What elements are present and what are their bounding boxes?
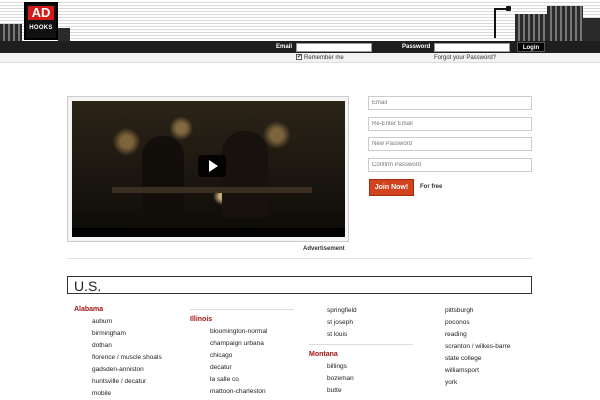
login-button[interactable]: Login	[517, 42, 545, 52]
city-link[interactable]: huntsville / decatur	[92, 376, 184, 388]
location-column-1: Alabama auburn birmingham dothan florenc…	[74, 304, 184, 400]
video-figure	[142, 136, 184, 216]
city-link[interactable]: williamsport	[445, 365, 535, 377]
signup-reemail-input[interactable]	[368, 117, 532, 131]
site-header: AD HOOKS Email Password Login ✔ Remember …	[0, 0, 600, 66]
city-list: bloomington-normal champaign urbana chic…	[190, 326, 294, 398]
video-frame	[67, 96, 349, 242]
state-heading-montana[interactable]: Montana	[309, 349, 413, 361]
column-separator	[309, 344, 413, 345]
remember-me[interactable]: ✔ Remember me	[296, 54, 344, 63]
city-link[interactable]: scranton / wilkes-barre	[445, 341, 535, 353]
city-link[interactable]: birmingham	[92, 328, 184, 340]
city-link[interactable]: butte	[327, 385, 413, 397]
play-icon[interactable]	[198, 155, 226, 177]
forgot-password-link[interactable]: Forgot your Password?	[434, 54, 496, 63]
city-link[interactable]: dothan	[92, 340, 184, 352]
building-graphic	[547, 6, 583, 42]
city-list: springfield st joseph st louis	[309, 305, 413, 341]
video-table	[112, 187, 312, 193]
streetlight-icon	[494, 6, 511, 38]
building-graphic	[58, 28, 70, 42]
building-graphic	[0, 24, 22, 42]
advertisement-label: Advertisement	[303, 246, 345, 252]
building-graphic	[583, 18, 600, 42]
city-link[interactable]: poconos	[445, 317, 535, 329]
city-link[interactable]: bozeman	[327, 373, 413, 385]
location-column-3: springfield st joseph st louis Montana b…	[309, 305, 413, 397]
city-link[interactable]: springfield	[327, 305, 413, 317]
video-figure	[222, 131, 268, 217]
city-link[interactable]: pittsburgh	[445, 305, 535, 317]
city-link[interactable]: auburn	[92, 316, 184, 328]
city-list: auburn birmingham dothan florence / musc…	[74, 316, 184, 400]
us-title: U.S.	[74, 278, 102, 294]
for-free-label: For free	[420, 184, 443, 190]
login-email-input[interactable]	[296, 43, 372, 52]
city-link[interactable]: mobile	[92, 388, 184, 400]
city-link[interactable]: york	[445, 377, 535, 389]
city-link[interactable]: florence / muscle shoals	[92, 352, 184, 364]
us-section-header: U.S.	[67, 276, 532, 294]
section-divider	[67, 258, 532, 259]
signup-confirm-password-input[interactable]	[368, 158, 532, 172]
city-link[interactable]: billings	[327, 361, 413, 373]
city-link[interactable]: mattoon-charleston	[210, 386, 294, 398]
remember-checkbox[interactable]: ✔	[296, 54, 302, 61]
city-list: pittsburgh poconos reading scranton / wi…	[445, 305, 535, 389]
city-link[interactable]: st joseph	[327, 317, 413, 329]
email-label: Email	[276, 44, 293, 50]
location-column-2: Illinois bloomington-normal champaign ur…	[190, 309, 294, 398]
password-label: Password	[402, 44, 431, 50]
video-player[interactable]	[72, 101, 345, 237]
city-link[interactable]: gadsden-anniston	[92, 364, 184, 376]
site-logo[interactable]: AD HOOKS	[24, 2, 58, 40]
city-link[interactable]: la salle co	[210, 374, 294, 386]
state-heading-illinois[interactable]: Illinois	[190, 314, 294, 326]
column-separator	[190, 309, 294, 310]
logo-mark: AD	[28, 6, 54, 20]
signup-password-input[interactable]	[368, 137, 532, 151]
remember-label: Remember me	[304, 55, 344, 61]
city-link[interactable]: decatur	[210, 362, 294, 374]
building-graphic	[515, 14, 547, 42]
video-letterbox	[72, 228, 345, 237]
login-password-input[interactable]	[434, 43, 510, 52]
join-now-button[interactable]: Join Now!	[369, 179, 414, 196]
location-column-4: pittsburgh poconos reading scranton / wi…	[445, 305, 535, 389]
city-link[interactable]: chicago	[210, 350, 294, 362]
city-link[interactable]: bloomington-normal	[210, 326, 294, 338]
signup-email-input[interactable]	[368, 96, 532, 110]
state-heading-alabama[interactable]: Alabama	[74, 304, 184, 316]
city-link[interactable]: st louis	[327, 329, 413, 341]
logo-wordmark: HOOKS	[29, 25, 53, 31]
city-link[interactable]: state college	[445, 353, 535, 365]
city-list: billings bozeman butte	[309, 361, 413, 397]
city-link[interactable]: champaign urbana	[210, 338, 294, 350]
city-link[interactable]: reading	[445, 329, 535, 341]
